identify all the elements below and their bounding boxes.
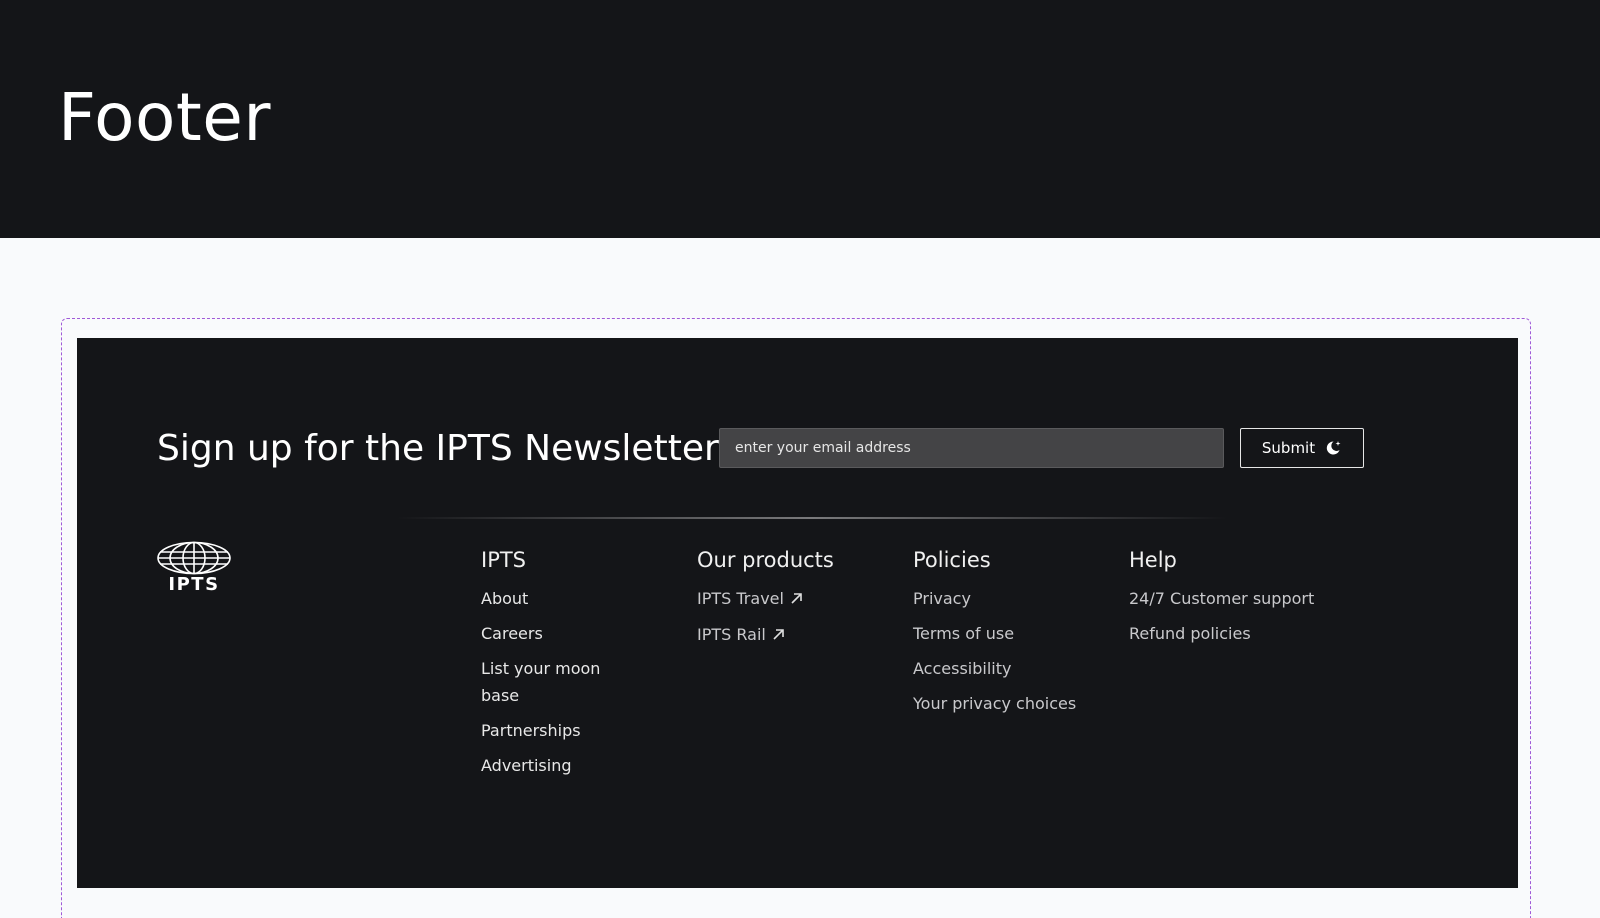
column-heading: Help [1129, 548, 1177, 572]
site-footer: Sign up for the IPTS Newsletter Submit [77, 338, 1518, 888]
footer-link-partnerships[interactable]: Partnerships [481, 717, 581, 744]
footer-link-about[interactable]: About [481, 585, 528, 612]
footer-link-list-your-moon-base[interactable]: List your moon base [481, 655, 611, 709]
external-link-icon [790, 586, 803, 613]
footer-link-privacy[interactable]: Privacy [913, 585, 971, 612]
footer-link-advertising[interactable]: Advertising [481, 752, 572, 779]
footer-link-accessibility[interactable]: Accessibility [913, 655, 1011, 682]
ipts-logo[interactable]: IPTS [157, 541, 231, 599]
footer-link-refund-policies[interactable]: Refund policies [1129, 620, 1251, 647]
newsletter-title: Sign up for the IPTS Newsletter [157, 428, 719, 469]
submit-button[interactable]: Submit [1240, 428, 1364, 468]
page-header: Footer [0, 0, 1600, 238]
column-heading: Policies [913, 548, 991, 572]
column-heading: Our products [697, 548, 834, 572]
footer-link-ipts-rail[interactable]: IPTS Rail [697, 621, 785, 649]
column-heading: IPTS [481, 548, 527, 572]
footer-link-ipts-travel[interactable]: IPTS Travel [697, 585, 803, 613]
footer-link-terms-of-use[interactable]: Terms of use [913, 620, 1014, 647]
footer-column-help: Help 24/7 Customer support Refund polici… [1129, 545, 1314, 655]
link-label: IPTS Rail [697, 625, 766, 644]
logo-text: IPTS [168, 574, 220, 595]
footer-link-privacy-choices[interactable]: Your privacy choices [913, 690, 1076, 717]
globe-icon [157, 541, 231, 575]
page-title: Footer [58, 79, 271, 156]
footer-link-careers[interactable]: Careers [481, 620, 543, 647]
footer-link-customer-support[interactable]: 24/7 Customer support [1129, 585, 1314, 612]
footer-divider [397, 517, 1227, 519]
external-link-icon [772, 622, 785, 649]
footer-column-products: Our products IPTS Travel IPTS Rail [697, 545, 834, 657]
link-label: IPTS Travel [697, 589, 784, 608]
email-input[interactable] [719, 428, 1224, 468]
footer-column-policies: Policies Privacy Terms of use Accessibil… [913, 545, 1076, 725]
moon-star-icon [1324, 439, 1342, 457]
footer-column-ipts: IPTS About Careers List your moon base P… [481, 545, 611, 787]
submit-button-label: Submit [1261, 439, 1316, 457]
